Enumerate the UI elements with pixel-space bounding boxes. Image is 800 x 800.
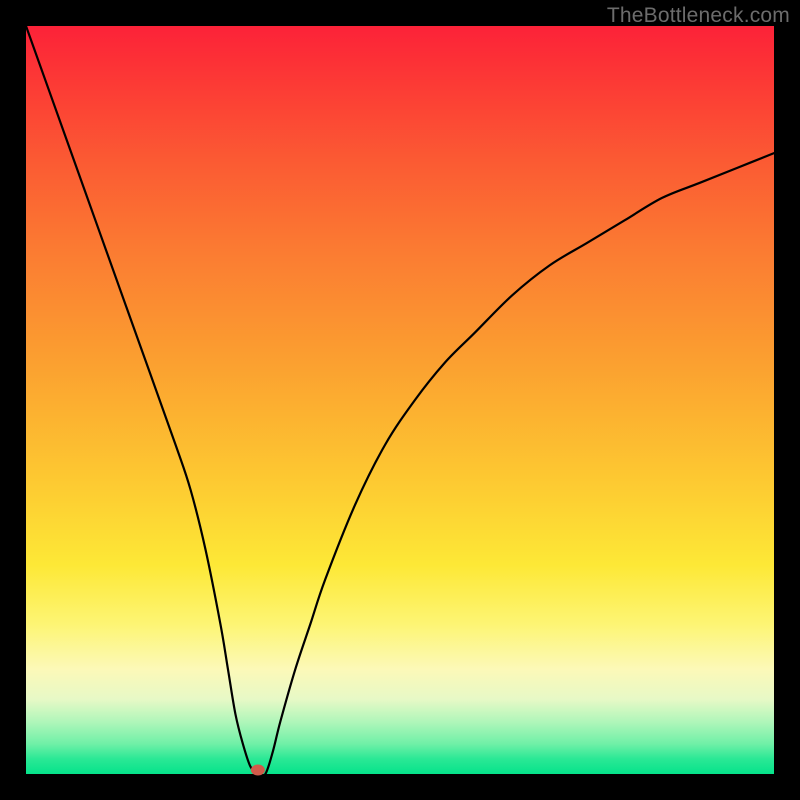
plot-area [26,26,774,774]
curve-path [26,26,774,776]
minimum-marker [251,765,265,776]
watermark-text: TheBottleneck.com [607,4,790,28]
bottleneck-curve [26,26,774,774]
chart-frame: TheBottleneck.com [0,0,800,800]
